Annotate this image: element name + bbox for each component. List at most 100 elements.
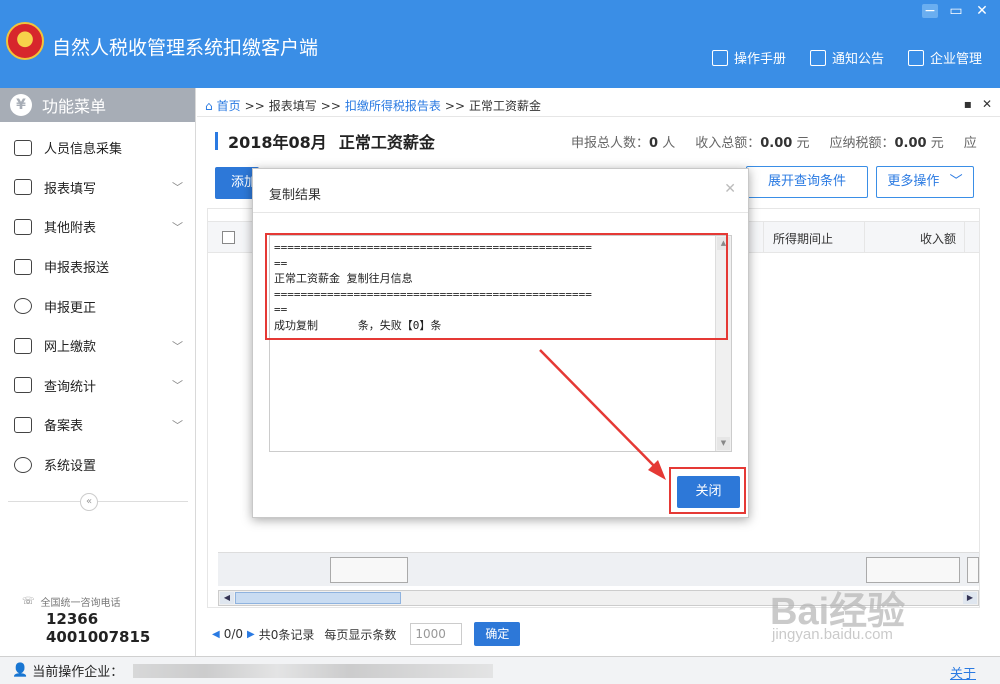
sidebar-item-online-payment[interactable]: 网上缴款 ﹀	[0, 326, 195, 366]
page-size-label: 每页显示条数	[324, 627, 397, 642]
period-label: 2018年08月	[228, 133, 327, 152]
minimize-icon[interactable]: −	[922, 4, 938, 18]
sidebar-divider	[8, 501, 188, 502]
sidebar: ¥ 功能菜单 人员信息采集 报表填写 ﹀ 其他附表 ﹀ 申报表报送 申报更正 网…	[0, 88, 196, 656]
report-send-icon	[14, 258, 32, 275]
column-header-period-end[interactable]: 所得期间止	[773, 230, 833, 247]
sidebar-item-label: 网上缴款	[44, 340, 97, 356]
sidebar-item-filing-forms[interactable]: 备案表 ﹀	[0, 405, 195, 445]
baidu-watermark-url: jingyan.baidu.com	[772, 626, 893, 643]
confirm-page-size-button[interactable]: 确定	[474, 622, 521, 646]
scroll-left-icon[interactable]: ◀	[220, 592, 234, 604]
stat-income-total: 收入总额：0.00 元	[695, 136, 810, 151]
grid-icon	[14, 218, 32, 235]
button-highlight-annotation	[669, 467, 746, 514]
dialog-title: 复制结果	[269, 188, 322, 203]
sidebar-item-other-attachments[interactable]: 其他附表 ﹀	[0, 207, 195, 247]
select-all-checkbox[interactable]	[222, 231, 235, 244]
document-icon	[14, 416, 32, 433]
header-links: 操作手册 通知公告 企业管理	[711, 48, 982, 67]
breadcrumb: ⌂ 首页 >> 报表填写 >> 扣缴所得税报告表 >> 正常工资薪金 ▪ ✕	[197, 95, 1000, 117]
home-icon[interactable]: ⌂	[205, 99, 213, 113]
notice-link-label: 通知公告	[831, 52, 884, 67]
sidebar-item-query-stats[interactable]: 查询统计 ﹀	[0, 366, 195, 406]
notice-link[interactable]: 通知公告	[809, 48, 884, 67]
sidebar-item-label: 申报更正	[44, 300, 97, 316]
breadcrumb-separator: >>	[320, 98, 341, 113]
scroll-right-icon[interactable]: ▶	[963, 592, 977, 604]
hotline-number-12366: 12366	[46, 610, 99, 628]
yen-icon: ¥	[10, 94, 32, 116]
sidebar-item-report-send[interactable]: 申报表报送	[0, 247, 195, 287]
pagination: ◀ 0/0 ▶ 共0条记录 每页显示条数 1000 确定	[212, 622, 521, 646]
manual-icon	[711, 49, 728, 66]
search-icon	[14, 298, 32, 315]
chevron-down-icon: ﹀	[172, 379, 183, 393]
sidebar-item-label: 报表填写	[44, 181, 97, 197]
stat-declared-people: 申报总人数：0 人	[571, 136, 676, 151]
chevron-down-icon: ﹀	[949, 174, 963, 189]
sidebar-item-person-info[interactable]: 人员信息采集	[0, 128, 195, 168]
sidebar-item-label: 查询统计	[44, 379, 97, 395]
title-accent	[215, 132, 218, 150]
collapse-sidebar-icon[interactable]: «	[80, 493, 98, 511]
user-icon: 👤	[12, 663, 29, 678]
breadcrumb-item-current: 正常工资薪金	[469, 99, 542, 113]
next-page-icon[interactable]: ▶	[247, 629, 255, 640]
prev-page-icon[interactable]: ◀	[212, 629, 220, 640]
page-size-input[interactable]: 1000	[410, 623, 463, 645]
scroll-down-icon[interactable]: ▼	[717, 437, 730, 450]
summary-cell	[330, 557, 408, 583]
status-bar: 👤 当前操作企业： 关于	[0, 656, 1000, 684]
stat-truncated: 应	[963, 136, 977, 151]
sidebar-item-correction[interactable]: 申报更正	[0, 286, 195, 326]
restore-tab-icon[interactable]: ▪	[964, 97, 972, 111]
breadcrumb-item-report-fill[interactable]: 报表填写	[269, 97, 317, 114]
national-emblem-logo	[6, 22, 44, 60]
sidebar-item-label: 系统设置	[44, 459, 97, 475]
chevron-down-icon: ﹀	[172, 220, 183, 234]
sidebar-item-report-fill[interactable]: 报表填写 ﹀	[0, 168, 195, 208]
sidebar-menu: 人员信息采集 报表填写 ﹀ 其他附表 ﹀ 申报表报送 申报更正 网上缴款 ﹀ 查…	[0, 122, 195, 484]
manual-link-label: 操作手册	[733, 52, 786, 67]
sidebar-header: ¥ 功能菜单	[0, 88, 195, 122]
page-current: 0/0	[223, 627, 244, 641]
hotline-label-text: 全国统一咨询电话	[40, 598, 121, 609]
column-separator	[964, 222, 965, 252]
app-header: 自然人税收管理系统扣缴客户端 − ▭ ✕ 操作手册 通知公告 企业管理	[0, 0, 1000, 88]
mail-icon	[809, 49, 826, 66]
scroll-thumb[interactable]	[235, 592, 401, 604]
breadcrumb-separator: >>	[244, 98, 265, 113]
dialog-close-icon[interactable]: ✕	[724, 181, 736, 197]
stat-tax-payable: 应纳税额：0.00 元	[829, 136, 944, 151]
phone-icon: ☏	[22, 596, 35, 607]
sidebar-title: 功能菜单	[42, 97, 107, 116]
dialog-divider	[253, 212, 748, 213]
window-controls: − ▭ ✕	[922, 4, 990, 18]
current-company-label: 当前操作企业：	[32, 665, 124, 680]
column-separator	[864, 222, 865, 252]
sidebar-item-settings[interactable]: 系统设置	[0, 445, 195, 485]
more-actions-button[interactable]: 更多操作 ﹀	[876, 166, 974, 198]
close-icon[interactable]: ✕	[974, 4, 990, 18]
chevron-down-icon: ﹀	[172, 418, 183, 432]
summary-stats: 申报总人数：0 人 收入总额：0.00 元 应纳税额：0.00 元 应	[571, 132, 977, 151]
sidebar-item-label: 其他附表	[44, 221, 97, 237]
column-header-income[interactable]: 收入额	[920, 230, 956, 247]
about-link[interactable]: 关于	[950, 663, 976, 682]
maximize-icon[interactable]: ▭	[948, 4, 964, 18]
expand-query-button[interactable]: 展开查询条件	[746, 166, 868, 198]
building-icon	[907, 49, 924, 66]
page-title: 正常工资薪金	[338, 133, 435, 152]
folder-icon	[14, 337, 32, 354]
breadcrumb-item-withholding-report[interactable]: 扣缴所得税报告表	[345, 97, 441, 114]
copy-result-dialog: 复制结果 ✕ =================================…	[252, 168, 749, 518]
breadcrumb-separator: >>	[444, 98, 465, 113]
sidebar-item-label: 备案表	[44, 419, 84, 435]
close-tab-icon[interactable]: ✕	[982, 97, 992, 111]
breadcrumb-home[interactable]: 首页	[217, 97, 241, 114]
edit-icon	[14, 179, 32, 196]
manual-link[interactable]: 操作手册	[711, 48, 786, 67]
gear-icon	[14, 456, 32, 473]
company-management-link[interactable]: 企业管理	[907, 48, 982, 67]
